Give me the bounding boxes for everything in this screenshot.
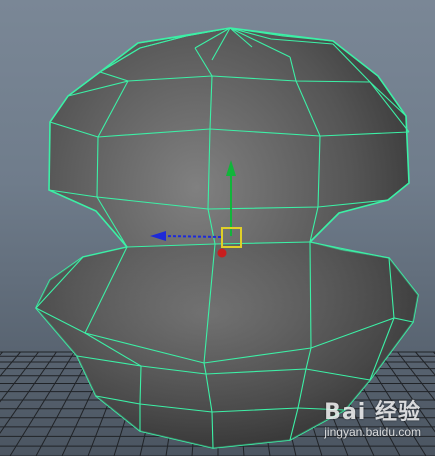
- z-axis-origin-icon[interactable]: [217, 248, 227, 258]
- mesh-lower-bulb: [36, 242, 418, 448]
- 3d-viewport[interactable]: Bai 经验 jingyan.baidu.com: [0, 0, 435, 456]
- polygon-mesh[interactable]: [0, 0, 435, 456]
